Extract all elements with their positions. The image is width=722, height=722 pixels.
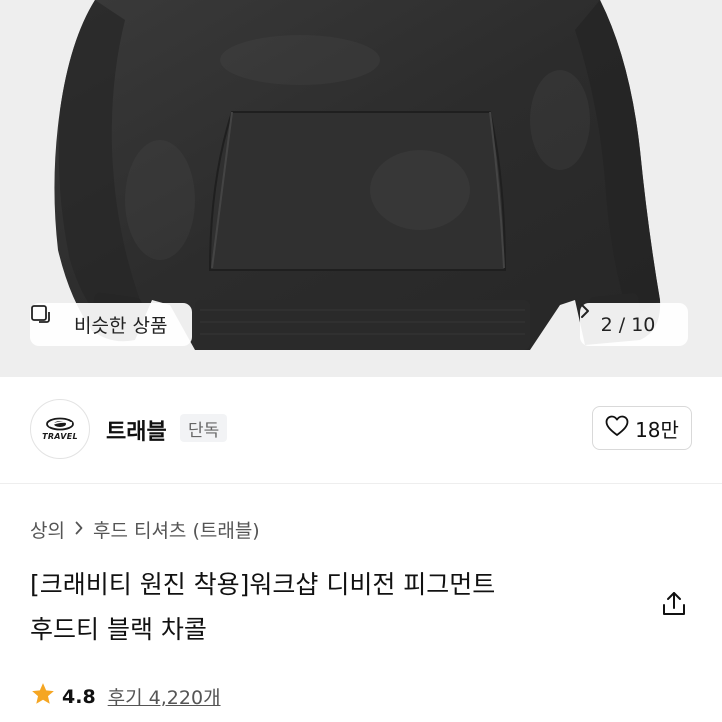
heart-icon xyxy=(605,415,629,442)
similar-products-button[interactable]: 비슷한 상품 xyxy=(30,303,192,346)
brand-row: TRAVEL 트래블 단독 18만 xyxy=(0,377,722,483)
product-title: [크래비티 원진 착용]워크샵 디비전 피그먼트 후드티 블랙 차콜 xyxy=(30,562,640,652)
travel-logo-icon xyxy=(46,417,74,431)
similar-products-icon xyxy=(31,305,66,336)
breadcrumb-subcategory[interactable]: 후드 티셔츠 (트래블) xyxy=(93,516,260,543)
product-title-line2: 후드티 블랙 차콜 xyxy=(30,615,207,644)
brand-logo[interactable]: TRAVEL xyxy=(30,399,90,459)
section-divider xyxy=(0,483,722,484)
rating-score: 4.8 xyxy=(62,685,96,708)
exclusive-badge: 단독 xyxy=(180,414,228,442)
review-count-link[interactable]: 후기 4,220개 xyxy=(108,683,221,710)
rating-row: 4.8 후기 4,220개 xyxy=(30,681,221,712)
similar-products-label: 비슷한 상품 xyxy=(74,315,168,337)
brand-logo-text: TRAVEL xyxy=(42,432,78,441)
image-counter: 2 / 10 xyxy=(600,313,656,336)
product-image[interactable]: 비슷한 상품 2 / 10 xyxy=(0,0,722,377)
share-icon xyxy=(663,592,685,615)
breadcrumb: 상의 후드 티셔츠 (트래블) xyxy=(30,516,260,543)
product-title-line1: [크래비티 원진 착용]워크샵 디비전 피그먼트 xyxy=(30,570,496,599)
brand-name[interactable]: 트래블 xyxy=(106,414,167,446)
breadcrumb-category[interactable]: 상의 xyxy=(30,516,65,543)
share-button[interactable] xyxy=(660,590,688,618)
image-pager[interactable]: 2 / 10 xyxy=(580,303,688,346)
star-icon xyxy=(30,681,56,712)
like-count: 18만 xyxy=(635,417,679,442)
chevron-right-icon xyxy=(75,519,83,540)
like-button[interactable]: 18만 xyxy=(592,406,692,450)
